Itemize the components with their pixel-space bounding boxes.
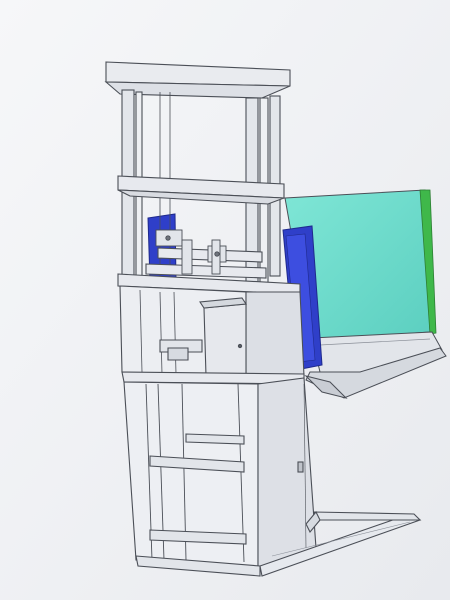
cad-viewport [0,0,450,600]
lower-housing [117,273,305,381]
lift-drawing [0,0,450,600]
base-tower [121,371,317,569]
